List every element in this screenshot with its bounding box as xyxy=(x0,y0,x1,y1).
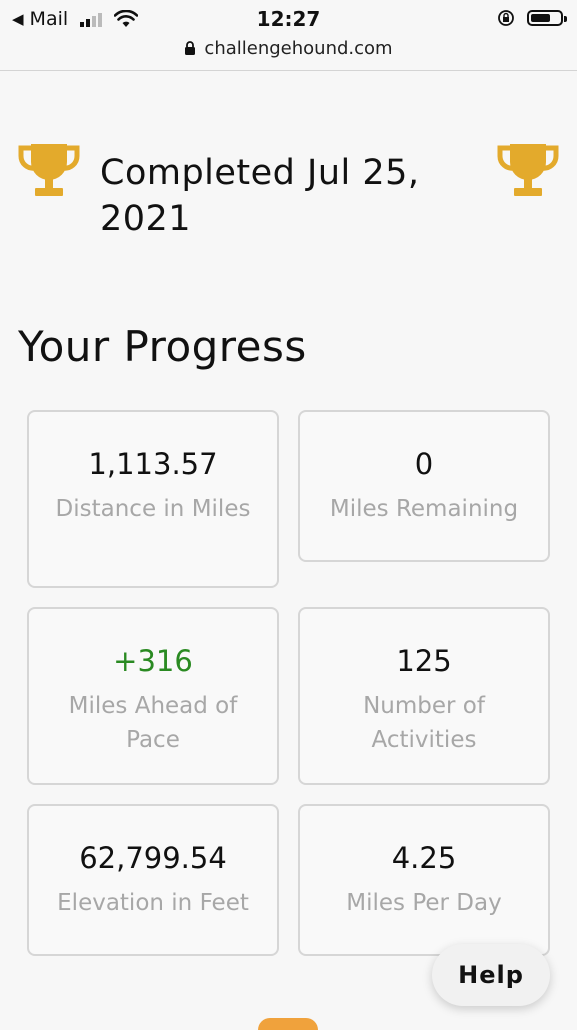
trophy-icon xyxy=(18,144,80,196)
battery-icon xyxy=(527,10,567,26)
help-button[interactable]: Help xyxy=(432,944,550,1006)
trophy-icon xyxy=(497,144,559,196)
lock-icon xyxy=(185,41,196,55)
stat-card-pace: +316 Miles Ahead of Pace xyxy=(27,607,279,785)
completed-heading: Completed Jul 25, 2021 xyxy=(100,153,420,239)
stat-value: 4.25 xyxy=(391,841,457,875)
stat-label: Miles Ahead of Pace xyxy=(68,693,238,753)
stat-value: 1,113.57 xyxy=(88,447,218,481)
stat-card-remaining: 0 Miles Remaining xyxy=(298,410,550,562)
stat-value: 0 xyxy=(414,447,434,481)
stat-card-per-day: 4.25 Miles Per Day xyxy=(298,804,550,956)
stat-label: Miles Per Day xyxy=(346,890,502,916)
stat-label: Elevation in Feet xyxy=(57,890,249,916)
status-bar: ◀ Mail 12:27 challengehound.com xyxy=(0,0,577,71)
address-bar[interactable]: challengehound.com xyxy=(0,38,577,59)
status-right xyxy=(497,9,567,27)
stat-card-elevation: 62,799.54 Elevation in Feet xyxy=(27,804,279,956)
partial-element xyxy=(258,1018,318,1030)
stat-value: 125 xyxy=(396,644,452,678)
url-text: challengehound.com xyxy=(204,38,393,59)
stat-label: Distance in Miles xyxy=(55,496,251,522)
stat-label: Number of Activities xyxy=(363,693,485,753)
stat-label: Miles Remaining xyxy=(329,496,519,522)
stat-card-activities: 125 Number of Activities xyxy=(298,607,550,785)
stat-value: 62,799.54 xyxy=(79,841,227,875)
progress-title: Your Progress xyxy=(18,322,307,371)
stat-value: +316 xyxy=(113,644,193,678)
rotation-lock-icon xyxy=(498,10,514,26)
stat-card-distance: 1,113.57 Distance in Miles xyxy=(27,410,279,588)
status-time: 12:27 xyxy=(256,7,321,31)
